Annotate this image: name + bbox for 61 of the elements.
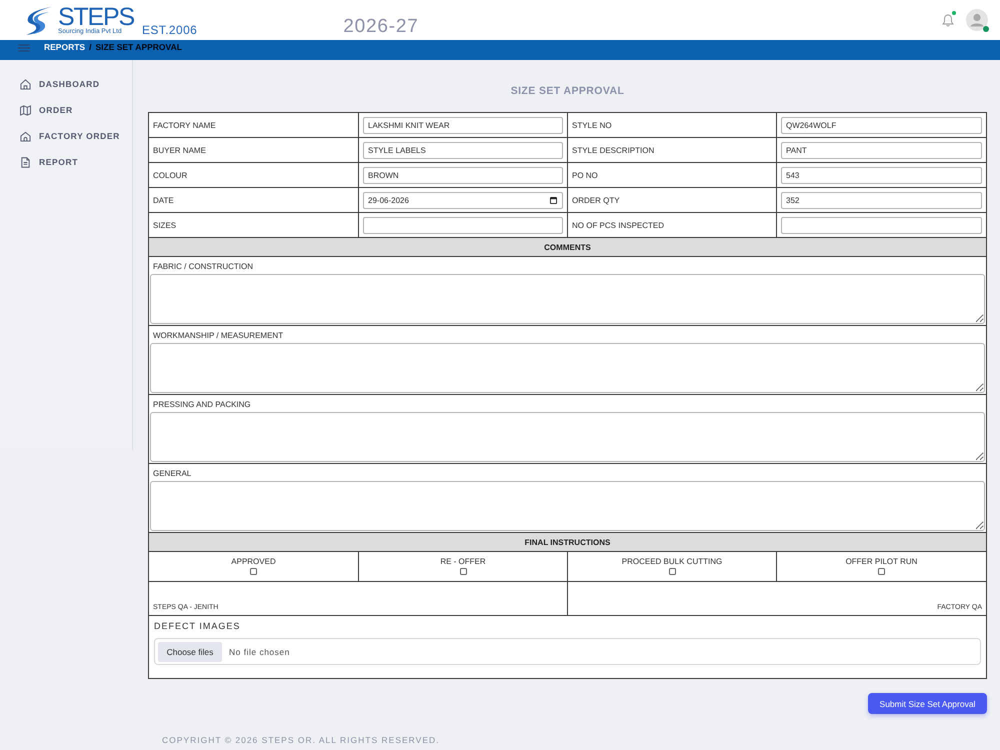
comment-textarea[interactable] (150, 412, 985, 462)
bell-icon[interactable] (942, 14, 954, 26)
financial-year: 2026-27 (343, 16, 419, 38)
text-field[interactable] (363, 216, 563, 234)
sidebar-item[interactable]: DASHBOARD (0, 71, 132, 97)
text-field[interactable] (781, 216, 982, 234)
comment-label: PRESSING AND PACKING (152, 399, 252, 411)
checkbox[interactable] (668, 568, 676, 575)
comment-textarea[interactable] (150, 274, 985, 324)
text-field[interactable]: PANT (781, 142, 982, 158)
established-year: EST.2006 (142, 23, 198, 37)
section-header: COMMENTS (148, 238, 986, 256)
comment-label: GENERAL (152, 468, 192, 480)
section-header: FINAL INSTRUCTIONS (148, 532, 986, 552)
field-label: PO NO (568, 162, 776, 188)
text-field[interactable]: 543 (781, 166, 982, 184)
field-label: STYLE DESCRIPTION (568, 138, 776, 162)
breadcrumb-separator: / (89, 42, 92, 53)
field-label: BUYER NAME (148, 138, 358, 162)
choose-files-button[interactable]: Choose files (158, 642, 222, 662)
text-field[interactable]: 352 (781, 192, 982, 208)
house-icon (20, 130, 31, 142)
home-icon (20, 78, 31, 90)
sidebar-item[interactable]: REPORT (0, 149, 132, 175)
checkbox[interactable] (460, 568, 466, 575)
field-label: DATE (148, 188, 358, 212)
checkbox[interactable] (878, 568, 885, 575)
field-label: ORDER QTY (568, 188, 776, 212)
field-label: FACTORY NAME (148, 112, 358, 138)
calendar-icon[interactable] (550, 196, 557, 204)
document-icon (20, 156, 31, 168)
option-label: APPROVED (230, 557, 277, 566)
menu-icon[interactable] (18, 44, 30, 52)
text-field[interactable]: QW264WOLF (781, 116, 982, 134)
comment-label: WORKMANSHIP / MEASUREMENT (152, 330, 284, 342)
map-icon (20, 104, 31, 116)
comment-textarea[interactable] (150, 343, 985, 393)
field-label: COLOUR (148, 162, 358, 188)
comment-textarea[interactable] (150, 481, 985, 531)
option-label: RE - OFFER (439, 557, 487, 566)
date-field[interactable]: 29-06-2026 (363, 192, 563, 208)
text-field[interactable]: LAKSHMI KNIT WEAR (363, 116, 563, 134)
sidebar-item[interactable]: FACTORY ORDER (0, 123, 132, 149)
page-title: SIZE SET APPROVAL (510, 85, 626, 97)
breadcrumb-current: SIZE SET APPROVAL (95, 42, 182, 53)
text-field[interactable]: BROWN (363, 166, 563, 184)
breadcrumb-link[interactable]: REPORTS (44, 42, 86, 53)
brand-name: STEPS (58, 6, 134, 28)
file-input-field[interactable]: Choose files No file chosen (154, 638, 981, 665)
copyright-text: COPYRIGHT © 2026 STEPS OR. ALL RIGHTS RESERVED. (161, 735, 440, 745)
field-label: STYLE NO (568, 112, 776, 138)
submit-button[interactable]: Submit Size Set Approval (868, 693, 987, 714)
text-field[interactable]: STYLE LABELS (363, 142, 563, 158)
comment-label: FABRIC / CONSTRUCTION (152, 261, 254, 273)
option-label: OFFER PILOT RUN (844, 557, 918, 566)
avatar-icon[interactable] (966, 9, 988, 31)
sidebar-item[interactable]: ORDER (0, 97, 132, 123)
file-status-text: No file chosen (229, 646, 290, 656)
checkbox[interactable] (250, 568, 257, 575)
defect-images-label: DEFECT IMAGES (154, 621, 242, 632)
option-label: PROCEED BULK CUTTING (620, 557, 724, 566)
